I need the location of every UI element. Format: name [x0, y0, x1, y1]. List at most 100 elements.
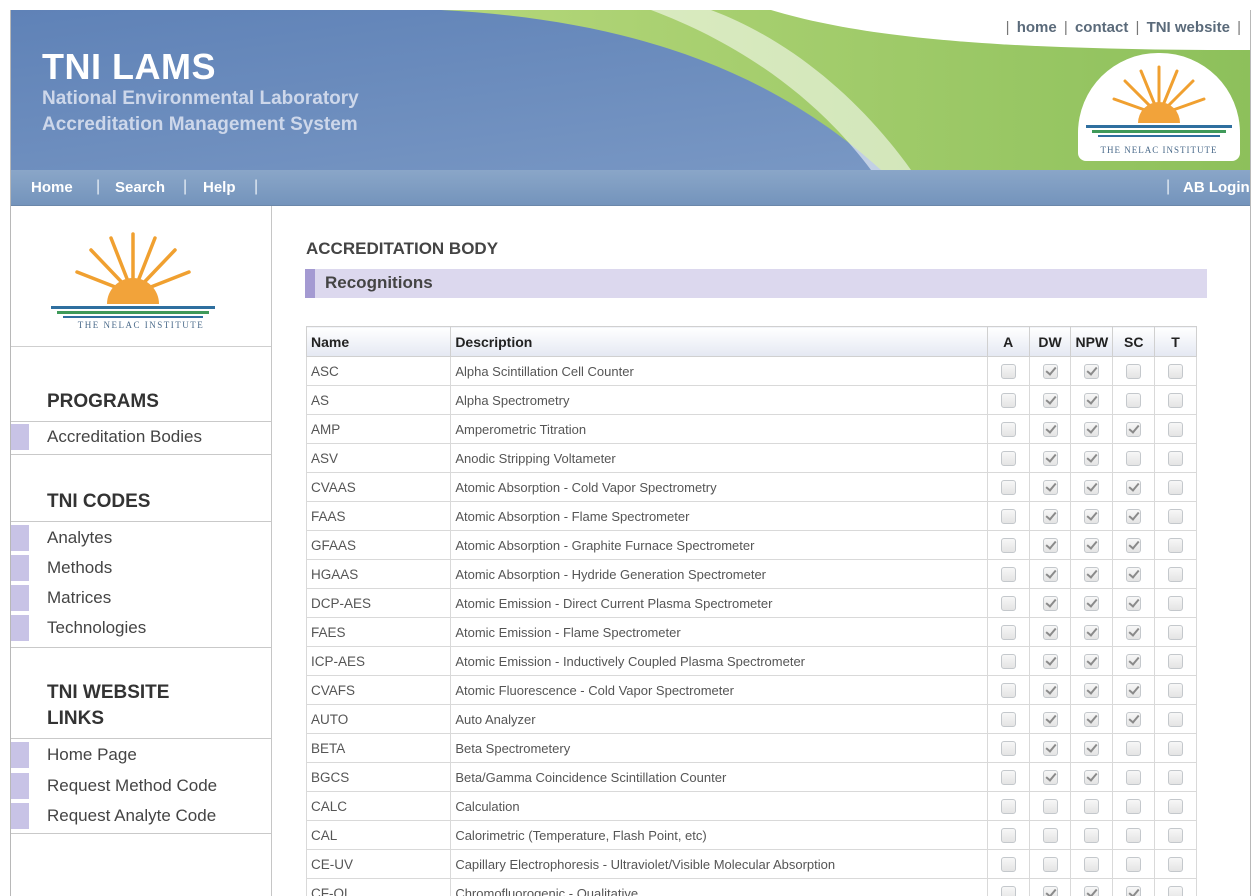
sidebar-item-analytes[interactable]: Analytes: [11, 523, 271, 553]
checkbox-t[interactable]: [1168, 595, 1184, 611]
checkbox-t[interactable]: [1168, 450, 1184, 466]
checkbox-sc[interactable]: [1126, 595, 1142, 611]
checkbox-a[interactable]: [1000, 508, 1016, 524]
checkbox-dw[interactable]: [1042, 653, 1058, 669]
checkbox-npw[interactable]: [1084, 392, 1100, 408]
checkbox-npw[interactable]: [1084, 479, 1100, 495]
checkbox-dw[interactable]: [1042, 566, 1058, 582]
checkbox-sc[interactable]: [1126, 537, 1142, 553]
checkbox-t[interactable]: [1168, 740, 1184, 756]
checkbox-sc[interactable]: [1126, 827, 1142, 843]
checkbox-a[interactable]: [1000, 798, 1016, 814]
checkbox-npw[interactable]: [1084, 856, 1100, 872]
checkbox-a[interactable]: [1000, 566, 1016, 582]
checkbox-t[interactable]: [1168, 363, 1184, 379]
checkbox-npw[interactable]: [1084, 537, 1100, 553]
checkbox-a[interactable]: [1000, 740, 1016, 756]
checkbox-a[interactable]: [1000, 392, 1016, 408]
checkbox-dw[interactable]: [1042, 856, 1058, 872]
checkbox-a[interactable]: [1000, 537, 1016, 553]
checkbox-npw[interactable]: [1084, 798, 1100, 814]
checkbox-a[interactable]: [1000, 421, 1016, 437]
checkbox-t[interactable]: [1168, 392, 1184, 408]
checkbox-a[interactable]: [1000, 856, 1016, 872]
checkbox-sc[interactable]: [1126, 885, 1142, 896]
checkbox-t[interactable]: [1168, 856, 1184, 872]
checkbox-dw[interactable]: [1042, 885, 1058, 896]
checkbox-a[interactable]: [1000, 827, 1016, 843]
nav-help[interactable]: Help: [203, 179, 236, 196]
nav-search[interactable]: Search: [115, 179, 165, 196]
nav-home[interactable]: Home: [31, 179, 73, 196]
checkbox-a[interactable]: [1000, 450, 1016, 466]
checkbox-sc[interactable]: [1126, 508, 1142, 524]
checkbox-dw[interactable]: [1042, 421, 1058, 437]
checkbox-npw[interactable]: [1084, 624, 1100, 640]
checkbox-t[interactable]: [1168, 769, 1184, 785]
checkbox-dw[interactable]: [1042, 740, 1058, 756]
checkbox-dw[interactable]: [1042, 711, 1058, 727]
checkbox-dw[interactable]: [1042, 508, 1058, 524]
sidebar-item-request-method-code[interactable]: Request Method Code: [11, 771, 271, 801]
checkbox-dw[interactable]: [1042, 769, 1058, 785]
checkbox-dw[interactable]: [1042, 798, 1058, 814]
sidebar-item-methods[interactable]: Methods: [11, 553, 271, 583]
checkbox-npw[interactable]: [1084, 653, 1100, 669]
checkbox-sc[interactable]: [1126, 798, 1142, 814]
sidebar-item-home-page[interactable]: Home Page: [11, 740, 271, 770]
checkbox-dw[interactable]: [1042, 392, 1058, 408]
checkbox-npw[interactable]: [1084, 740, 1100, 756]
checkbox-a[interactable]: [1000, 595, 1016, 611]
checkbox-sc[interactable]: [1126, 479, 1142, 495]
checkbox-dw[interactable]: [1042, 537, 1058, 553]
checkbox-dw[interactable]: [1042, 450, 1058, 466]
checkbox-sc[interactable]: [1126, 653, 1142, 669]
checkbox-sc[interactable]: [1126, 363, 1142, 379]
checkbox-t[interactable]: [1168, 479, 1184, 495]
checkbox-t[interactable]: [1168, 624, 1184, 640]
checkbox-dw[interactable]: [1042, 363, 1058, 379]
checkbox-a[interactable]: [1000, 682, 1016, 698]
top-link-tni-website[interactable]: TNI website: [1147, 19, 1230, 36]
checkbox-a[interactable]: [1000, 624, 1016, 640]
checkbox-sc[interactable]: [1126, 421, 1142, 437]
sidebar-item-matrices[interactable]: Matrices: [11, 583, 271, 613]
checkbox-npw[interactable]: [1084, 595, 1100, 611]
checkbox-t[interactable]: [1168, 885, 1184, 896]
checkbox-dw[interactable]: [1042, 595, 1058, 611]
checkbox-npw[interactable]: [1084, 711, 1100, 727]
checkbox-dw[interactable]: [1042, 827, 1058, 843]
checkbox-a[interactable]: [1000, 653, 1016, 669]
sidebar-item-technologies[interactable]: Technologies: [11, 613, 271, 643]
checkbox-sc[interactable]: [1126, 740, 1142, 756]
top-link-home[interactable]: home: [1017, 19, 1057, 36]
checkbox-t[interactable]: [1168, 566, 1184, 582]
checkbox-npw[interactable]: [1084, 450, 1100, 466]
checkbox-t[interactable]: [1168, 682, 1184, 698]
checkbox-npw[interactable]: [1084, 566, 1100, 582]
checkbox-npw[interactable]: [1084, 827, 1100, 843]
top-link-contact[interactable]: contact: [1075, 19, 1128, 36]
checkbox-a[interactable]: [1000, 769, 1016, 785]
checkbox-t[interactable]: [1168, 421, 1184, 437]
sidebar-item-request-analyte-code[interactable]: Request Analyte Code: [11, 801, 271, 831]
checkbox-npw[interactable]: [1084, 682, 1100, 698]
nav-ab-login[interactable]: AB Login: [1183, 179, 1250, 196]
checkbox-a[interactable]: [1000, 363, 1016, 379]
checkbox-dw[interactable]: [1042, 624, 1058, 640]
checkbox-sc[interactable]: [1126, 769, 1142, 785]
checkbox-a[interactable]: [1000, 479, 1016, 495]
checkbox-sc[interactable]: [1126, 450, 1142, 466]
checkbox-npw[interactable]: [1084, 363, 1100, 379]
checkbox-t[interactable]: [1168, 537, 1184, 553]
checkbox-a[interactable]: [1000, 885, 1016, 896]
checkbox-t[interactable]: [1168, 711, 1184, 727]
checkbox-sc[interactable]: [1126, 682, 1142, 698]
checkbox-t[interactable]: [1168, 827, 1184, 843]
checkbox-npw[interactable]: [1084, 508, 1100, 524]
checkbox-sc[interactable]: [1126, 856, 1142, 872]
checkbox-dw[interactable]: [1042, 682, 1058, 698]
checkbox-sc[interactable]: [1126, 566, 1142, 582]
checkbox-t[interactable]: [1168, 653, 1184, 669]
checkbox-sc[interactable]: [1126, 624, 1142, 640]
